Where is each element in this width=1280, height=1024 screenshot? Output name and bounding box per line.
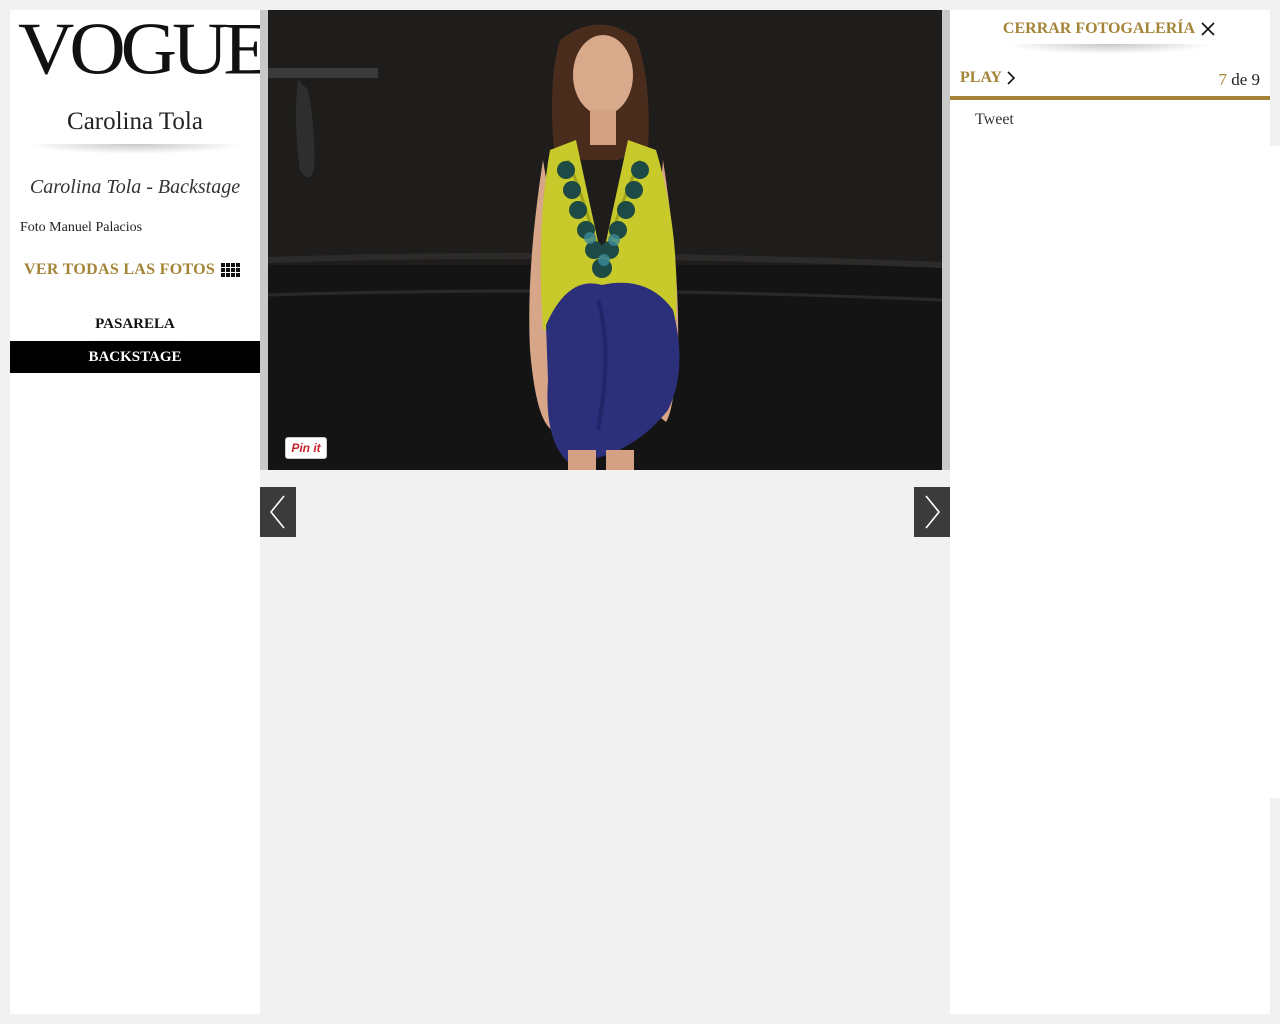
right-edge-strip [1270,146,1280,798]
progress-divider [950,96,1270,100]
vogue-logo[interactable]: VOGUE [18,11,271,85]
close-icon [1201,22,1215,36]
grid-icon [221,263,243,277]
divider [1005,44,1215,54]
photo-counter: 7 de 9 [1218,70,1260,90]
view-all-photos-link[interactable]: VER TODAS LAS FOTOS [24,261,243,279]
gallery-photo[interactable]: Pin it [268,10,942,470]
photo-credit: Foto Manuel Palacios [20,220,143,235]
gallery-title: Carolina Tola - Backstage [29,176,241,198]
sidebar: VOGUE Carolina Tola Carolina Tola - Back… [10,10,271,1014]
close-gallery-button[interactable]: CERRAR FOTOGALERÍA [950,20,1270,38]
chevron-left-icon [269,495,285,529]
chevron-right-icon [925,495,941,529]
pin-it-button[interactable]: Pin it [285,437,327,459]
tab-pasarela[interactable]: PASARELA [10,308,260,340]
close-gallery-label: CERRAR FOTOGALERÍA [1002,20,1196,37]
divider [25,144,245,154]
gallery-controls-panel: CERRAR FOTOGALERÍA PLAY 7 de 9 Tweet [950,10,1270,1014]
chevron-right-icon [1007,71,1016,85]
next-photo-button[interactable] [914,487,950,537]
play-label: PLAY [960,69,1003,86]
view-all-photos-label: VER TODAS LAS FOTOS [24,261,216,278]
counter-separator: de [1231,70,1248,89]
total-photo-count: 9 [1251,70,1261,89]
designer-name: Carolina Tola [67,108,203,135]
tweet-button[interactable]: Tweet [975,111,1014,129]
model-photo-illustration [268,10,942,470]
previous-photo-button[interactable] [260,487,296,537]
photo-frame: Pin it [260,10,950,470]
tab-backstage[interactable]: BACKSTAGE [10,341,260,373]
current-photo-number: 7 [1218,70,1227,89]
play-slideshow-button[interactable]: PLAY [960,69,1017,87]
